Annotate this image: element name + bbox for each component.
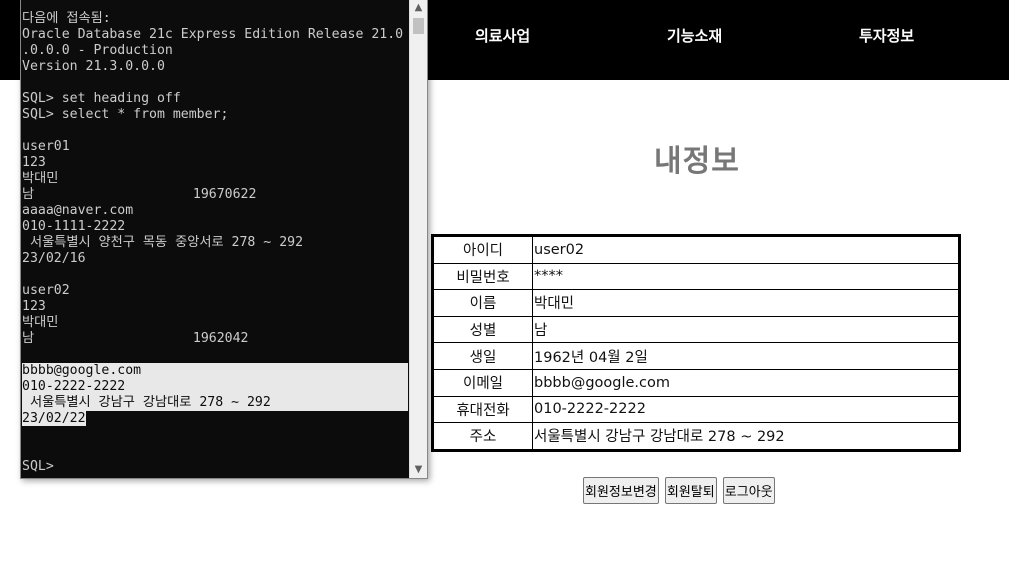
terminal-line: 남 1962042 <box>22 331 249 346</box>
table-row: 성별 남 <box>432 315 960 344</box>
terminal-line: 다음에 접속됨: <box>22 11 111 26</box>
terminal-output[interactable]: 다음에 접속됨: Oracle Database 21c Express Edi… <box>22 11 408 475</box>
row-label: 생일 <box>432 342 533 370</box>
row-label: 아이디 <box>432 235 533 264</box>
terminal-line: .0.0.0 - Production <box>22 43 173 58</box>
edit-profile-button[interactable]: 회원정보변경 <box>583 477 659 504</box>
row-value: 서울특별시 강남구 강남대로 278 ~ 292 <box>532 422 960 451</box>
terminal-line-selected: 서울특별시 강남구 강남대로 278 ~ 292 <box>22 395 408 411</box>
member-info-table: 아이디 user02 비밀번호 **** 이름 박대민 성별 남 생일 1962… <box>431 234 961 452</box>
row-label: 휴대전화 <box>432 395 533 424</box>
terminal-line-selected: 010-2222-2222 <box>22 379 408 395</box>
terminal-line: aaaa@naver.com <box>22 203 134 218</box>
row-label: 성별 <box>432 315 533 344</box>
terminal-line: SQL> select * from member; <box>22 107 229 122</box>
row-value: 박대민 <box>532 289 960 317</box>
terminal-line: 박대민 <box>22 315 59 330</box>
row-label: 이름 <box>432 289 533 317</box>
terminal-line: 123 <box>22 299 46 314</box>
page-title: 내정보 <box>654 144 740 179</box>
terminal-line: 서울특별시 양천구 목동 중앙서로 278 ~ 292 <box>22 235 304 250</box>
row-label: 비밀번호 <box>432 262 533 291</box>
terminal-line: Version 21.3.0.0.0 <box>22 59 165 74</box>
table-row: 비밀번호 **** <box>432 262 960 291</box>
nav-item-materials[interactable]: 기능소재 <box>667 25 722 46</box>
table-row: 주소 서울특별시 강남구 강남대로 278 ~ 292 <box>432 422 960 451</box>
terminal-line: Oracle Database 21c Express Edition Rele… <box>22 27 404 42</box>
terminal-line: 010-1111-2222 <box>22 219 126 234</box>
scroll-down-arrow-icon[interactable]: ▼ <box>410 462 427 478</box>
nav-item-medical[interactable]: 의료사업 <box>475 25 530 46</box>
action-buttons: 회원정보변경 회원탈퇴 로그아웃 <box>583 477 776 504</box>
table-row: 생일 1962년 04월 2일 <box>432 342 960 370</box>
table-row: 이름 박대민 <box>432 289 960 317</box>
terminal-line: 박대민 <box>22 171 59 186</box>
terminal-line: 23/02/16 <box>22 251 86 266</box>
withdraw-button[interactable]: 회원탈퇴 <box>664 477 717 504</box>
row-label: 주소 <box>432 422 533 451</box>
row-value: user02 <box>532 235 960 264</box>
scroll-thumb[interactable] <box>413 18 424 34</box>
row-value: 1962년 04월 2일 <box>532 342 960 370</box>
row-value: bbbb@google.com <box>532 368 960 397</box>
table-row: 휴대전화 010-2222-2222 <box>432 395 960 424</box>
terminal-line-selected: 23/02/22 <box>22 411 408 427</box>
terminal-line: user02 <box>22 283 70 298</box>
scroll-up-arrow-icon[interactable]: ▲ <box>410 0 427 16</box>
terminal-line-text: 23/02/22 <box>22 411 86 426</box>
nav-item-investment[interactable]: 투자정보 <box>859 25 914 46</box>
table-row: 이메일 bbbb@google.com <box>432 368 960 397</box>
terminal-prompt[interactable]: SQL> <box>22 459 408 475</box>
row-value: 010-2222-2222 <box>532 395 960 424</box>
table-row: 아이디 user02 <box>432 235 960 264</box>
row-value: **** <box>532 262 960 291</box>
terminal-line: 123 <box>22 155 46 170</box>
logout-button[interactable]: 로그아웃 <box>722 477 775 504</box>
terminal-line: 남 19670622 <box>22 187 257 202</box>
terminal-scrollbar[interactable]: ▲ ▼ <box>409 0 427 478</box>
row-label: 이메일 <box>432 368 533 397</box>
terminal-line-selected: bbbb@google.com <box>22 363 408 379</box>
terminal-line: SQL> set heading off <box>22 91 181 106</box>
sql-terminal-window[interactable]: 다음에 접속됨: Oracle Database 21c Express Edi… <box>20 0 428 479</box>
row-value: 남 <box>532 315 960 344</box>
terminal-line: user01 <box>22 139 70 154</box>
